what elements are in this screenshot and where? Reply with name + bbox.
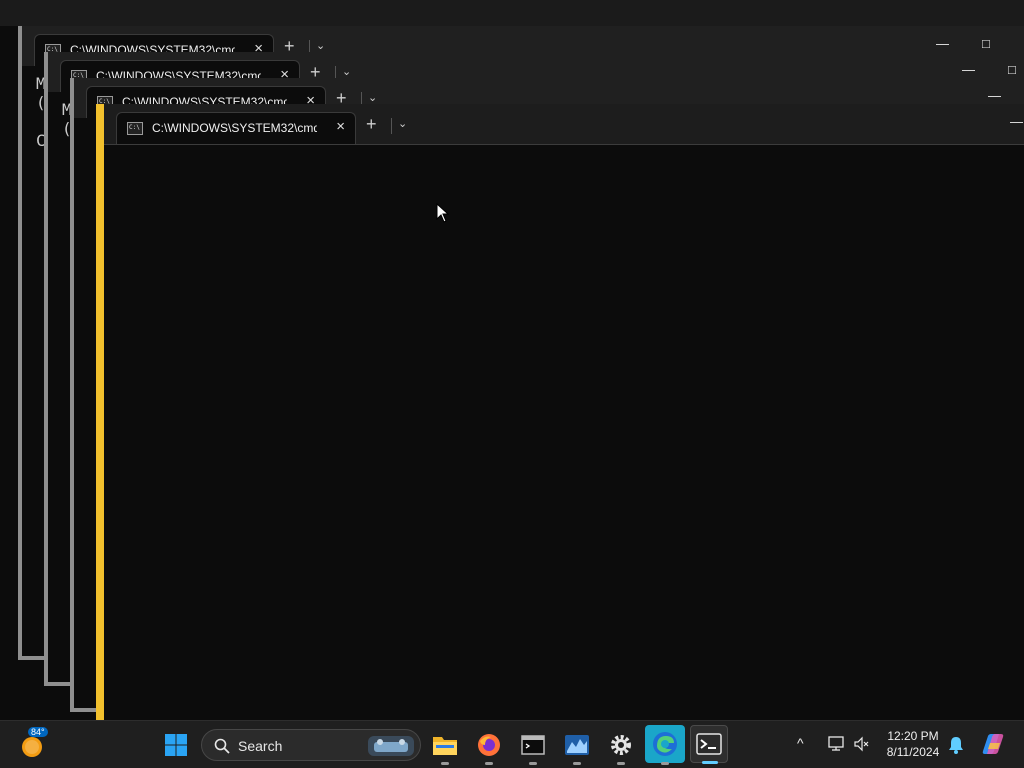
stock-chart-icon bbox=[565, 735, 589, 755]
weather-widget[interactable]: 84° bbox=[14, 727, 54, 763]
running-indicator bbox=[485, 762, 493, 765]
start-button[interactable] bbox=[160, 729, 192, 761]
taskbar-settings[interactable] bbox=[605, 729, 637, 765]
tray-overflow-chevron-icon[interactable]: ^ bbox=[797, 735, 804, 751]
copilot-icon[interactable] bbox=[980, 731, 1006, 757]
running-indicator bbox=[661, 762, 669, 765]
tab-dropdown-button[interactable]: ⌄ bbox=[342, 65, 351, 78]
tab-title: C:\WINDOWS\SYSTEM32\cmd bbox=[152, 121, 317, 135]
tab-separator bbox=[391, 118, 392, 134]
running-indicator-active bbox=[702, 761, 718, 764]
tab-close-button[interactable]: × bbox=[336, 118, 345, 135]
clock[interactable]: 12:20 PM 8/11/2024 bbox=[880, 728, 946, 760]
file-explorer-icon bbox=[433, 737, 457, 755]
search-label: Search bbox=[238, 738, 283, 754]
taskbar-windows-terminal[interactable] bbox=[690, 725, 728, 764]
minimize-button[interactable]: — bbox=[1010, 114, 1023, 129]
windows-terminal-icon bbox=[696, 733, 722, 755]
settings-icon bbox=[611, 735, 631, 755]
new-tab-button[interactable]: + bbox=[366, 114, 377, 135]
edge-icon bbox=[653, 732, 677, 756]
firefox-icon bbox=[478, 734, 500, 756]
desktop: C:\WINDOWS\SYSTEM32\cmd × + ⌄ — □ M ( C … bbox=[0, 0, 1024, 720]
weather-sun-icon bbox=[22, 737, 42, 757]
taskbar-terminal[interactable] bbox=[517, 729, 549, 765]
network-icon[interactable] bbox=[828, 736, 846, 752]
mouse-cursor-icon bbox=[436, 203, 450, 223]
running-indicator bbox=[573, 762, 581, 765]
cmd-icon bbox=[127, 122, 143, 135]
running-indicator bbox=[529, 762, 537, 765]
tab-cmd-active[interactable]: C:\WINDOWS\SYSTEM32\cmd × bbox=[116, 112, 356, 144]
maximize-button[interactable]: □ bbox=[982, 36, 990, 51]
minimize-button[interactable]: — bbox=[962, 62, 975, 77]
taskbar-edge[interactable] bbox=[645, 725, 685, 765]
search-highlight-icon bbox=[368, 736, 414, 756]
desktop-top-strip bbox=[0, 0, 1024, 26]
clock-time: 12:20 PM bbox=[887, 729, 939, 743]
taskbar-stock-app[interactable] bbox=[561, 729, 593, 765]
temperature-badge: 84° bbox=[28, 727, 48, 737]
start-icon bbox=[165, 734, 187, 756]
taskbar: 84° Search ^ 12:20 PM 8/11/2024 bbox=[0, 720, 1024, 768]
window-titlebar[interactable]: C:\WINDOWS\SYSTEM32\cmd × + ⌄ — bbox=[104, 104, 1024, 145]
maximize-button[interactable]: □ bbox=[1008, 62, 1016, 77]
minimize-button[interactable]: — bbox=[988, 88, 1001, 103]
running-indicator bbox=[441, 762, 449, 765]
tab-dropdown-button[interactable]: ⌄ bbox=[398, 117, 407, 130]
running-indicator bbox=[617, 762, 625, 765]
clock-date: 8/11/2024 bbox=[886, 745, 940, 759]
volume-muted-icon[interactable] bbox=[854, 736, 870, 752]
taskbar-file-explorer[interactable] bbox=[429, 729, 461, 765]
minimize-button[interactable]: — bbox=[936, 36, 949, 51]
tab-dropdown-button[interactable]: ⌄ bbox=[316, 39, 325, 52]
console-area[interactable] bbox=[104, 146, 1024, 720]
terminal-icon bbox=[521, 735, 545, 755]
search-icon bbox=[214, 738, 230, 754]
taskbar-firefox[interactable] bbox=[473, 729, 505, 765]
search-box[interactable]: Search bbox=[201, 729, 421, 761]
tab-dropdown-button[interactable]: ⌄ bbox=[368, 91, 377, 104]
terminal-window-active[interactable]: C:\WINDOWS\SYSTEM32\cmd × + ⌄ — bbox=[96, 104, 1024, 720]
notification-bell-icon[interactable] bbox=[948, 736, 964, 754]
